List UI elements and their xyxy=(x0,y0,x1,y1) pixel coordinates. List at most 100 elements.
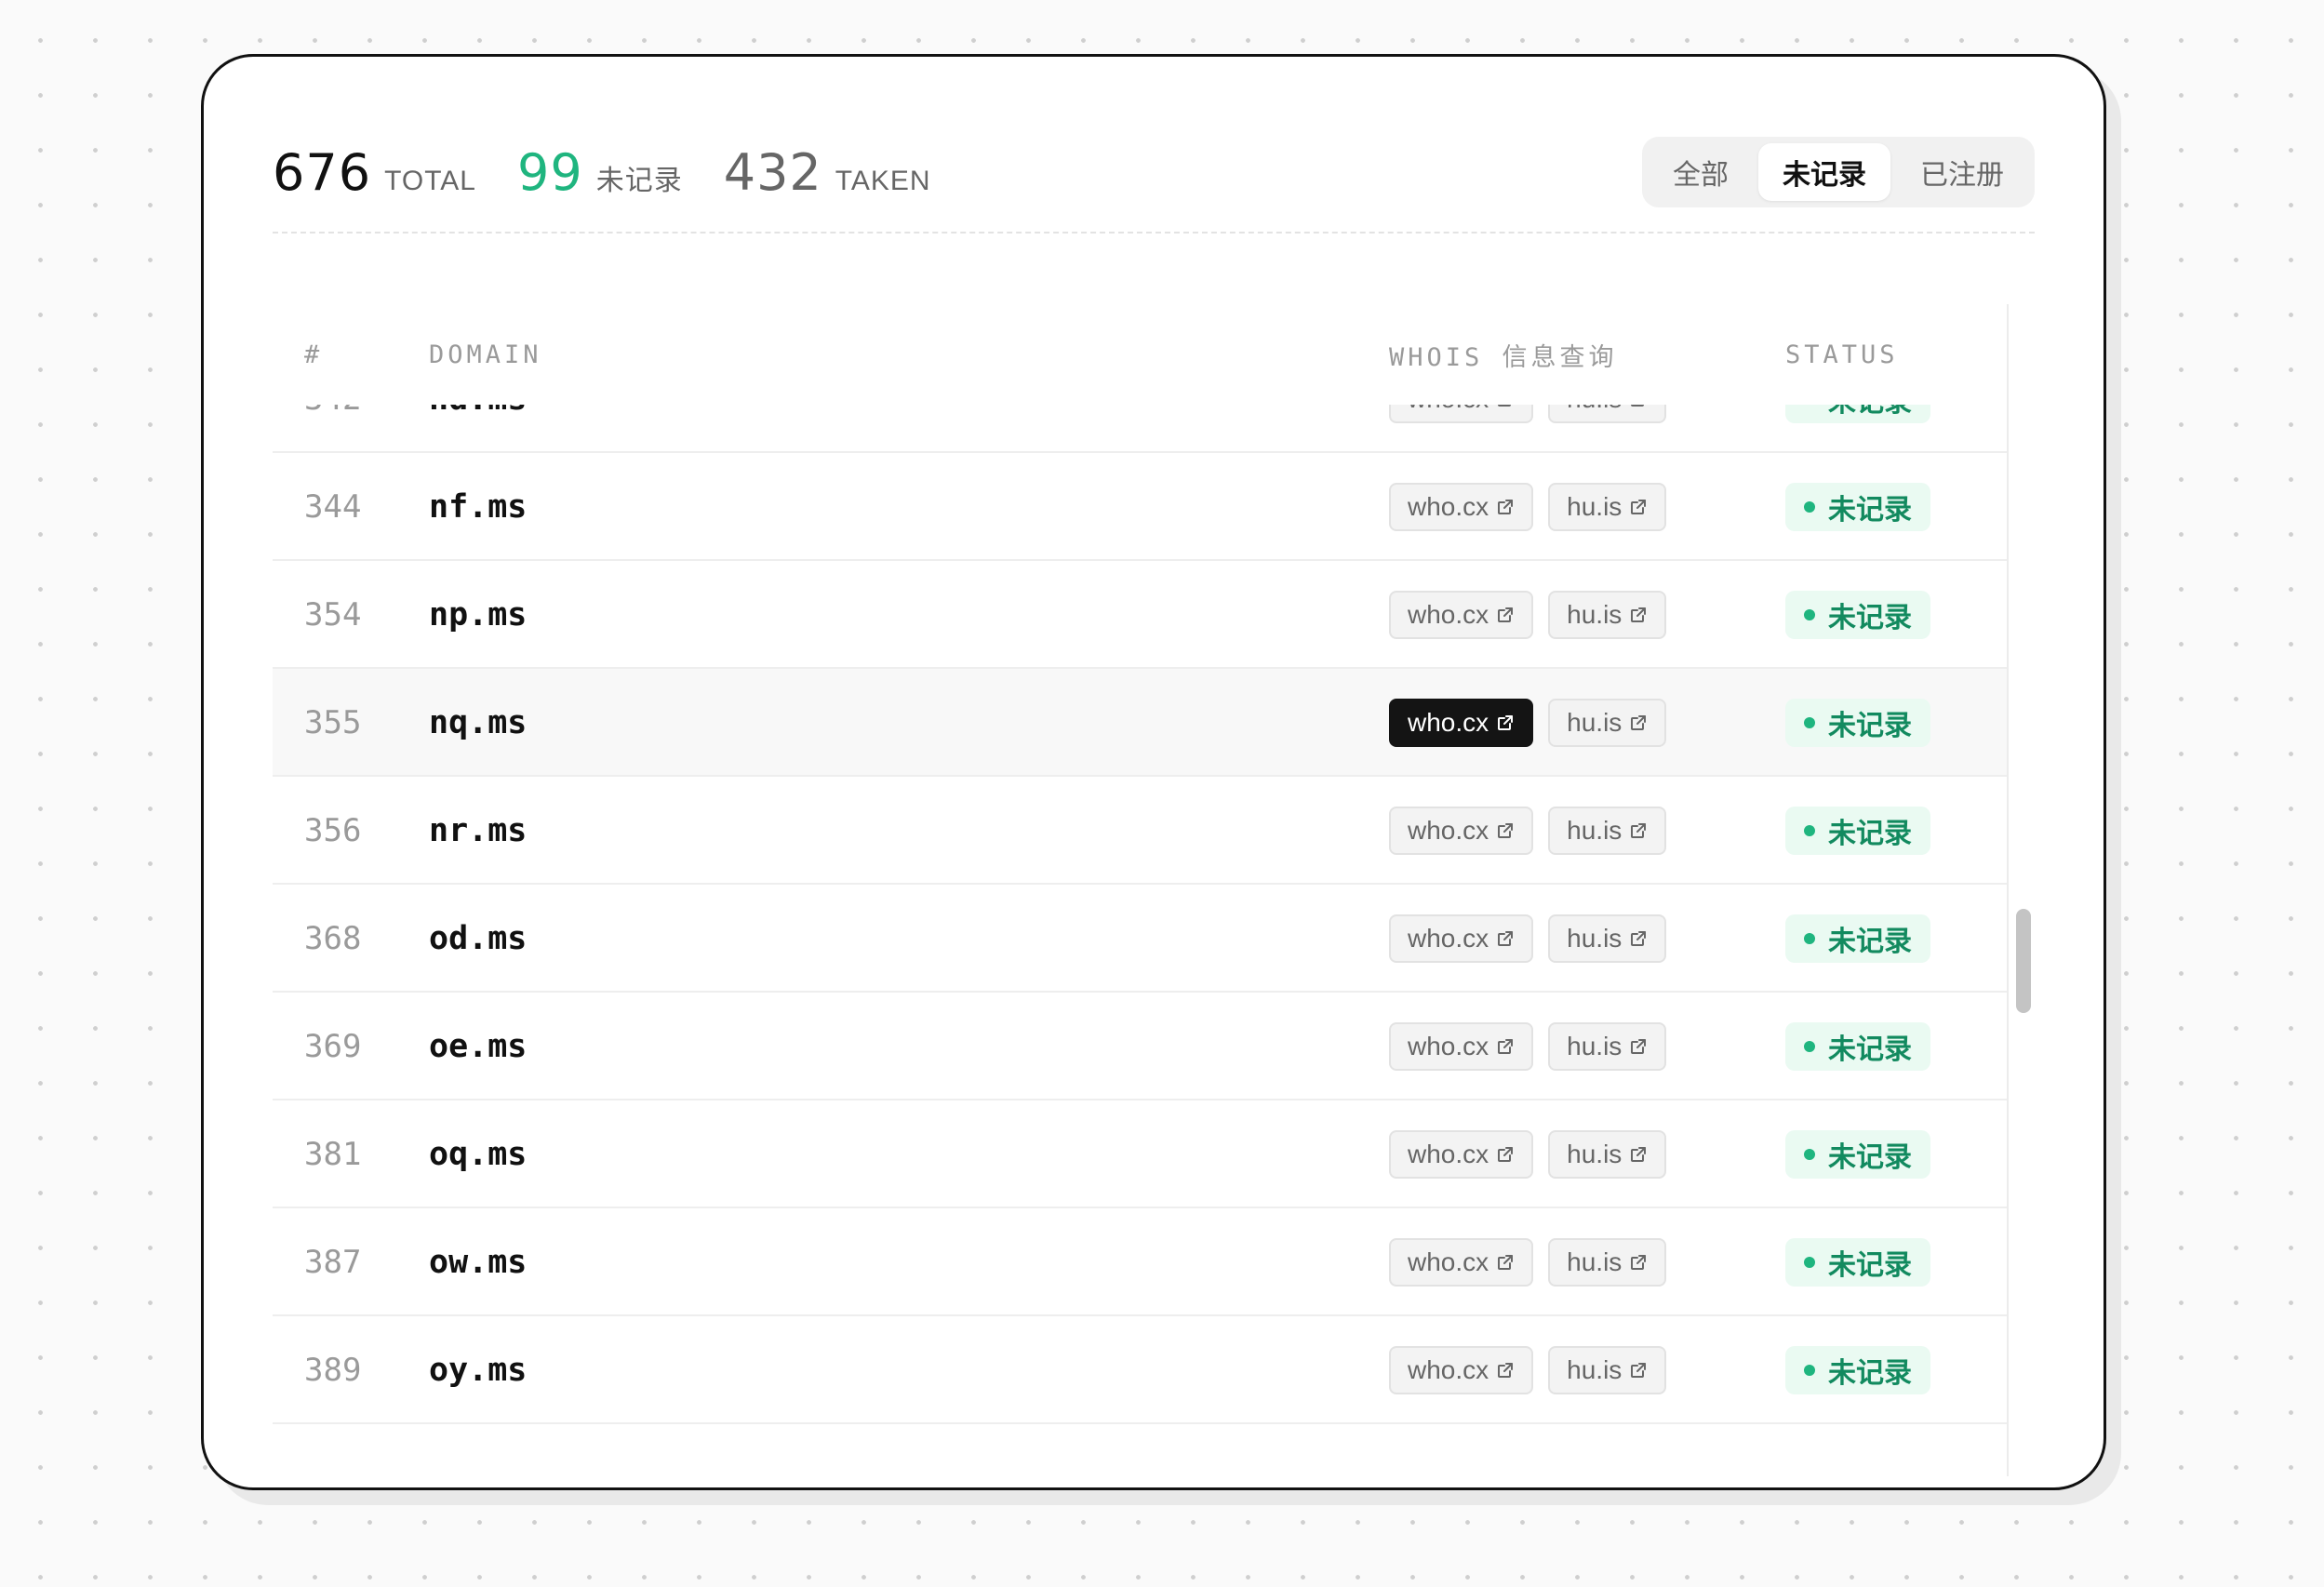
whois-hu-is-link[interactable]: hu.is xyxy=(1548,1130,1667,1179)
whois-links: who.cx hu.is xyxy=(1389,1100,1667,1208)
row-number: 355 xyxy=(304,704,362,741)
whois-hu-is-link[interactable]: hu.is xyxy=(1548,914,1667,963)
table-row[interactable]: 355 nq.ms who.cx hu.is 未记录 xyxy=(273,669,2007,777)
row-status: 未记录 xyxy=(1785,1208,1930,1316)
header-divider xyxy=(273,232,2035,233)
whois-who-cx-link[interactable]: who.cx xyxy=(1389,1130,1534,1179)
external-link-icon xyxy=(1631,1255,1647,1270)
row-status: 未记录 xyxy=(1785,885,1930,993)
filter-registered-button[interactable]: 已注册 xyxy=(1896,143,2028,201)
scrollbar[interactable] xyxy=(2007,304,2038,1476)
whois-hu-is-link[interactable]: hu.is xyxy=(1548,1022,1667,1071)
external-link-icon xyxy=(1498,823,1514,838)
table-row[interactable]: 356 nr.ms who.cx hu.is 未记录 xyxy=(273,777,2007,885)
table-row[interactable]: 344 nf.ms who.cx hu.is 未记录 xyxy=(273,453,2007,561)
scrollbar-thumb[interactable] xyxy=(2016,909,2031,1013)
whois-who-cx-link[interactable]: who.cx xyxy=(1389,1022,1534,1071)
row-number: 354 xyxy=(304,596,362,633)
status-label: 未记录 xyxy=(1828,926,1912,958)
whois-hu-is-label: hu.is xyxy=(1567,816,1623,845)
whois-who-cx-link[interactable]: who.cx xyxy=(1389,483,1534,531)
stat-free-number: 99 xyxy=(517,142,583,202)
status-dot-icon xyxy=(1804,1149,1815,1160)
external-link-icon xyxy=(1498,1255,1514,1270)
row-domain: nr.ms xyxy=(429,812,528,849)
whois-hu-is-link[interactable]: hu.is xyxy=(1548,1346,1667,1394)
filter-segmented-control: 全部 未记录 已注册 xyxy=(1642,137,2035,207)
status-label: 未记录 xyxy=(1828,818,1912,850)
whois-who-cx-link[interactable]: who.cx xyxy=(1389,591,1534,639)
status-dot-icon xyxy=(1804,1257,1815,1268)
column-header-status: STATUS xyxy=(1785,340,1899,369)
row-domain: nf.ms xyxy=(429,488,528,526)
whois-who-cx-label: who.cx xyxy=(1408,816,1489,845)
whois-hu-is-link[interactable]: hu.is xyxy=(1548,1238,1667,1287)
table-row[interactable]: 387 ow.ms who.cx hu.is 未记录 xyxy=(273,1208,2007,1316)
external-link-icon xyxy=(1631,607,1647,622)
external-link-icon xyxy=(1498,1147,1514,1162)
external-link-icon xyxy=(1498,500,1514,514)
status-dot-icon xyxy=(1804,501,1815,513)
row-number: 389 xyxy=(304,1352,362,1389)
row-number: 356 xyxy=(304,812,362,849)
row-status: 未记录 xyxy=(1785,1316,1930,1424)
stat-total-number: 676 xyxy=(273,142,372,202)
whois-who-cx-link[interactable]: who.cx xyxy=(1389,699,1534,747)
status-badge: 未记录 xyxy=(1785,699,1930,747)
row-domain: od.ms xyxy=(429,920,528,957)
status-dot-icon xyxy=(1804,825,1815,836)
status-badge: 未记录 xyxy=(1785,483,1930,531)
whois-who-cx-label: who.cx xyxy=(1408,1032,1489,1060)
whois-who-cx-link[interactable]: who.cx xyxy=(1389,1238,1534,1287)
whois-who-cx-label: who.cx xyxy=(1408,492,1489,521)
whois-links: who.cx hu.is xyxy=(1389,453,1667,561)
whois-who-cx-link[interactable]: who.cx xyxy=(1389,807,1534,855)
row-status: 未记录 xyxy=(1785,453,1930,561)
stat-total: 676 TOTAL xyxy=(273,143,476,202)
domain-list-card: 676 TOTAL 99 未记录 432 TAKEN 全部 未记录 已注册 # … xyxy=(201,54,2106,1490)
domain-table[interactable]: # DOMAIN WHOIS 信息查询 STATUS 342 nd.ms who… xyxy=(273,304,2038,1476)
whois-hu-is-link[interactable]: hu.is xyxy=(1548,483,1667,531)
row-number: 381 xyxy=(304,1136,362,1173)
external-link-icon xyxy=(1498,607,1514,622)
whois-hu-is-link[interactable]: hu.is xyxy=(1548,699,1667,747)
status-label: 未记录 xyxy=(1828,494,1912,527)
whois-hu-is-label: hu.is xyxy=(1567,1247,1623,1276)
whois-hu-is-label: hu.is xyxy=(1567,1140,1623,1168)
status-label: 未记录 xyxy=(1828,710,1912,742)
whois-who-cx-link[interactable]: who.cx xyxy=(1389,1346,1534,1394)
whois-links: who.cx hu.is xyxy=(1389,885,1667,993)
whois-who-cx-label: who.cx xyxy=(1408,708,1489,737)
external-link-icon xyxy=(1498,1039,1514,1054)
status-dot-icon xyxy=(1804,717,1815,728)
filter-all-button[interactable]: 全部 xyxy=(1649,143,1753,201)
table-row[interactable]: 368 od.ms who.cx hu.is 未记录 xyxy=(273,885,2007,993)
table-row[interactable]: 354 np.ms who.cx hu.is 未记录 xyxy=(273,561,2007,669)
row-status: 未记录 xyxy=(1785,561,1930,669)
whois-hu-is-link[interactable]: hu.is xyxy=(1548,591,1667,639)
whois-links: who.cx hu.is xyxy=(1389,993,1667,1100)
table-row[interactable]: 381 oq.ms who.cx hu.is 未记录 xyxy=(273,1100,2007,1208)
row-number: 387 xyxy=(304,1244,362,1281)
status-label: 未记录 xyxy=(1828,1141,1912,1174)
row-domain: np.ms xyxy=(429,596,528,633)
header: 676 TOTAL 99 未记录 432 TAKEN 全部 未记录 已注册 xyxy=(273,126,2035,219)
whois-who-cx-link[interactable]: who.cx xyxy=(1389,914,1534,963)
filter-unregistered-button[interactable]: 未记录 xyxy=(1758,143,1890,201)
whois-hu-is-link[interactable]: hu.is xyxy=(1548,807,1667,855)
whois-who-cx-label: who.cx xyxy=(1408,1140,1489,1168)
stat-total-label: TOTAL xyxy=(384,165,476,196)
external-link-icon xyxy=(1498,1363,1514,1378)
row-status: 未记录 xyxy=(1785,1100,1930,1208)
whois-links: who.cx hu.is xyxy=(1389,561,1667,669)
status-label: 未记录 xyxy=(1828,1034,1912,1066)
status-dot-icon xyxy=(1804,609,1815,620)
status-dot-icon xyxy=(1804,1365,1815,1376)
row-number: 344 xyxy=(304,488,362,526)
external-link-icon xyxy=(1631,1147,1647,1162)
table-row[interactable]: 369 oe.ms who.cx hu.is 未记录 xyxy=(273,993,2007,1100)
status-dot-icon xyxy=(1804,1041,1815,1052)
stats-summary: 676 TOTAL 99 未记录 432 TAKEN xyxy=(273,143,931,202)
table-row[interactable]: 389 oy.ms who.cx hu.is 未记录 xyxy=(273,1316,2007,1424)
status-badge: 未记录 xyxy=(1785,591,1930,639)
